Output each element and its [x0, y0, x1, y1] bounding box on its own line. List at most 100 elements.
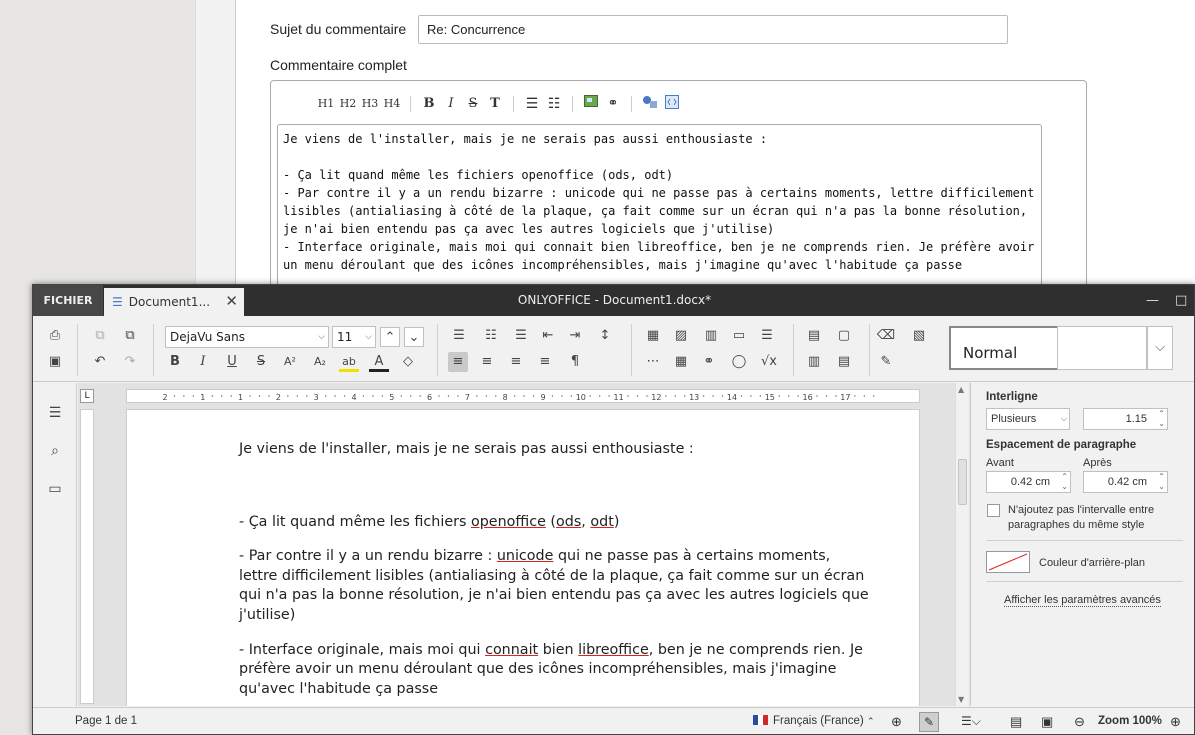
chevron-down-icon[interactable]: ⌵: [1147, 326, 1173, 370]
scroll-down-icon[interactable]: ▼: [958, 695, 964, 704]
justify-icon[interactable]: ≡: [535, 352, 555, 372]
spell-check-icon[interactable]: ✎: [919, 712, 939, 732]
save-icon[interactable]: ▣: [45, 352, 65, 372]
line-spacing-value-input[interactable]: 1.15 ⌃ ⌄: [1083, 408, 1168, 430]
navigation-icon[interactable]: ☰: [45, 403, 65, 423]
before-spacing-input[interactable]: 0.42 cm ⌃ ⌄: [986, 471, 1071, 493]
format-painter-icon[interactable]: ✎: [876, 352, 896, 372]
bullet-list-icon[interactable]: ☰: [523, 95, 541, 113]
margins-icon[interactable]: ▢: [834, 326, 854, 346]
comment-textarea[interactable]: Je viens de l'installer, mais je ne sera…: [277, 124, 1042, 300]
teletype-button[interactable]: T: [486, 95, 504, 113]
font-color-icon[interactable]: A: [369, 352, 389, 372]
scroll-up-icon[interactable]: ▲: [958, 385, 964, 394]
minimize-icon[interactable]: —: [1146, 285, 1159, 316]
vertical-scrollbar[interactable]: ▲ ▼: [955, 383, 969, 706]
image-icon[interactable]: [582, 95, 600, 113]
chart-icon[interactable]: ▥: [701, 326, 721, 346]
spinner-icon[interactable]: ⌃ ⌄: [1158, 409, 1165, 429]
insert-image-icon[interactable]: ▨: [671, 326, 691, 346]
subscript-icon[interactable]: A₂: [310, 352, 330, 372]
spinner-icon[interactable]: ⌃ ⌄: [1158, 472, 1165, 492]
increase-indent-icon[interactable]: ⇥: [565, 326, 585, 346]
italic-icon[interactable]: I: [193, 352, 213, 372]
pilcrow-icon[interactable]: ¶: [565, 352, 585, 372]
strikethrough-icon[interactable]: S: [251, 352, 271, 372]
globe-icon[interactable]: ⊕: [891, 708, 902, 734]
line-spacing-icon[interactable]: ↕: [595, 326, 615, 346]
bold-button[interactable]: B: [420, 95, 438, 113]
italic-button[interactable]: I: [442, 95, 460, 113]
background-color-swatch[interactable]: [986, 551, 1030, 573]
maximize-icon[interactable]: □: [1175, 285, 1187, 316]
undo-icon[interactable]: ↶: [90, 352, 110, 372]
table-icon[interactable]: ▦: [643, 326, 663, 346]
superscript-icon[interactable]: A²: [280, 352, 300, 372]
fit-page-icon[interactable]: ▤: [1010, 708, 1022, 734]
copy-icon[interactable]: ⧉: [90, 326, 110, 346]
copy-style-icon[interactable]: ▧: [909, 326, 929, 346]
increase-font-icon[interactable]: ⌃: [380, 327, 400, 347]
document-tab[interactable]: ☰ Document1... ✕: [104, 288, 244, 316]
spinner-icon[interactable]: ⌃ ⌄: [1061, 472, 1068, 492]
print-icon[interactable]: ⎙: [45, 326, 65, 346]
shape-icon[interactable]: ◯: [729, 352, 749, 372]
file-menu-tab[interactable]: FICHIER: [33, 285, 103, 316]
document-page[interactable]: Je viens de l'installer, mais je ne sera…: [126, 409, 920, 706]
help-icon[interactable]: [641, 95, 659, 113]
bold-icon[interactable]: B: [165, 352, 185, 372]
fit-width-icon[interactable]: ▣: [1041, 708, 1053, 734]
advanced-settings-link[interactable]: Afficher les paramètres avancés: [1004, 594, 1161, 607]
vertical-ruler[interactable]: [80, 409, 94, 704]
comments-icon[interactable]: ▭: [45, 479, 65, 499]
page-break-icon[interactable]: ⋯: [643, 352, 663, 372]
line-spacing-mode-select[interactable]: Plusieurs ⌵: [986, 408, 1070, 430]
paste-icon[interactable]: ⧉: [120, 326, 140, 346]
scrollbar-thumb[interactable]: [958, 459, 967, 505]
orientation-icon[interactable]: ▤: [834, 352, 854, 372]
text-box-icon[interactable]: ▭: [729, 326, 749, 346]
header-footer-icon[interactable]: ☰: [757, 326, 777, 346]
insert-table-icon[interactable]: ▦: [671, 352, 691, 372]
horizontal-ruler[interactable]: 2 1 1 2 3 4 5 6 7 8 9 10 11 12 13 14 15 16 17: [126, 389, 920, 403]
language-select[interactable]: Français (France) ⌃: [753, 708, 875, 734]
zoom-in-icon[interactable]: ⊕: [1170, 708, 1181, 734]
tab-stop-icon[interactable]: L: [80, 389, 94, 403]
equation-icon[interactable]: √x: [759, 352, 779, 372]
decrease-font-icon[interactable]: ⌄: [404, 327, 424, 347]
align-right-icon[interactable]: ≡: [506, 352, 526, 372]
zoom-out-icon[interactable]: ⊖: [1074, 708, 1085, 734]
h4-button[interactable]: H4: [383, 95, 401, 113]
align-left-icon[interactable]: ≡: [448, 352, 468, 372]
h3-button[interactable]: H3: [361, 95, 379, 113]
subject-input[interactable]: Re: Concurrence: [418, 15, 1008, 44]
style-slot[interactable]: [1057, 326, 1147, 370]
no-interval-checkbox[interactable]: [987, 504, 1000, 517]
h2-button[interactable]: H2: [339, 95, 357, 113]
numbered-list-icon[interactable]: ☷: [545, 95, 563, 113]
numbering-icon[interactable]: ☷: [481, 326, 501, 346]
font-size-select[interactable]: 11 ⌵: [332, 326, 376, 348]
style-normal[interactable]: Normal: [949, 326, 1059, 370]
link-icon[interactable]: ⚭: [604, 95, 622, 113]
underline-icon[interactable]: U: [222, 352, 242, 372]
close-tab-icon[interactable]: ✕: [225, 292, 238, 310]
page-size-icon[interactable]: ▤: [804, 326, 824, 346]
track-changes-icon[interactable]: ☰⌵: [961, 708, 981, 734]
highlight-icon[interactable]: ab: [339, 352, 359, 372]
bullets-icon[interactable]: ☰: [449, 326, 469, 346]
multilevel-list-icon[interactable]: ☰: [511, 326, 531, 346]
redo-icon[interactable]: ↷: [120, 352, 140, 372]
document-body[interactable]: Je viens de l'installer, mais je ne sera…: [239, 440, 869, 706]
preview-icon[interactable]: [663, 95, 681, 113]
align-center-icon[interactable]: ≡: [477, 352, 497, 372]
decrease-indent-icon[interactable]: ⇤: [538, 326, 558, 346]
h1-button[interactable]: H1: [317, 95, 335, 113]
eraser-icon[interactable]: ⌫: [876, 326, 896, 346]
font-name-select[interactable]: DejaVu Sans ⌵: [165, 326, 329, 348]
after-spacing-input[interactable]: 0.42 cm ⌃ ⌄: [1083, 471, 1168, 493]
clear-style-icon[interactable]: ◇: [398, 352, 418, 372]
columns-icon[interactable]: ▥: [804, 352, 824, 372]
strikethrough-button[interactable]: S: [464, 95, 482, 113]
search-icon[interactable]: ⌕: [45, 441, 65, 461]
